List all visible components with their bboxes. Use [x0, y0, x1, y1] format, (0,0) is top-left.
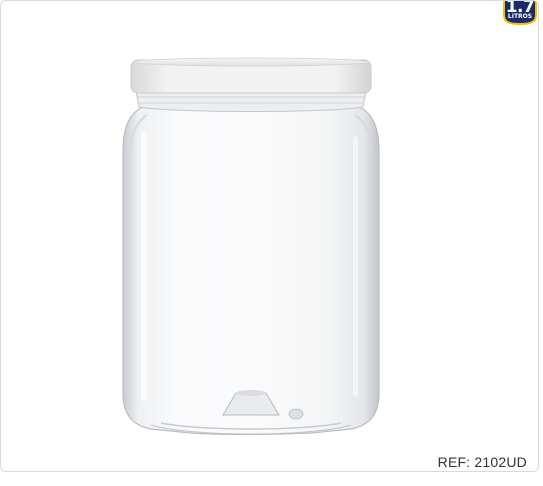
jar-image: [122, 57, 380, 436]
product-reference: REF: 2102UD: [437, 454, 527, 470]
product-card: 1.7 LITROS REF: 2102UD: [0, 0, 539, 472]
capacity-badge: 1.7 LITROS: [501, 1, 538, 25]
jar-body: [122, 106, 380, 436]
capacity-unit: LITROS: [507, 13, 533, 20]
